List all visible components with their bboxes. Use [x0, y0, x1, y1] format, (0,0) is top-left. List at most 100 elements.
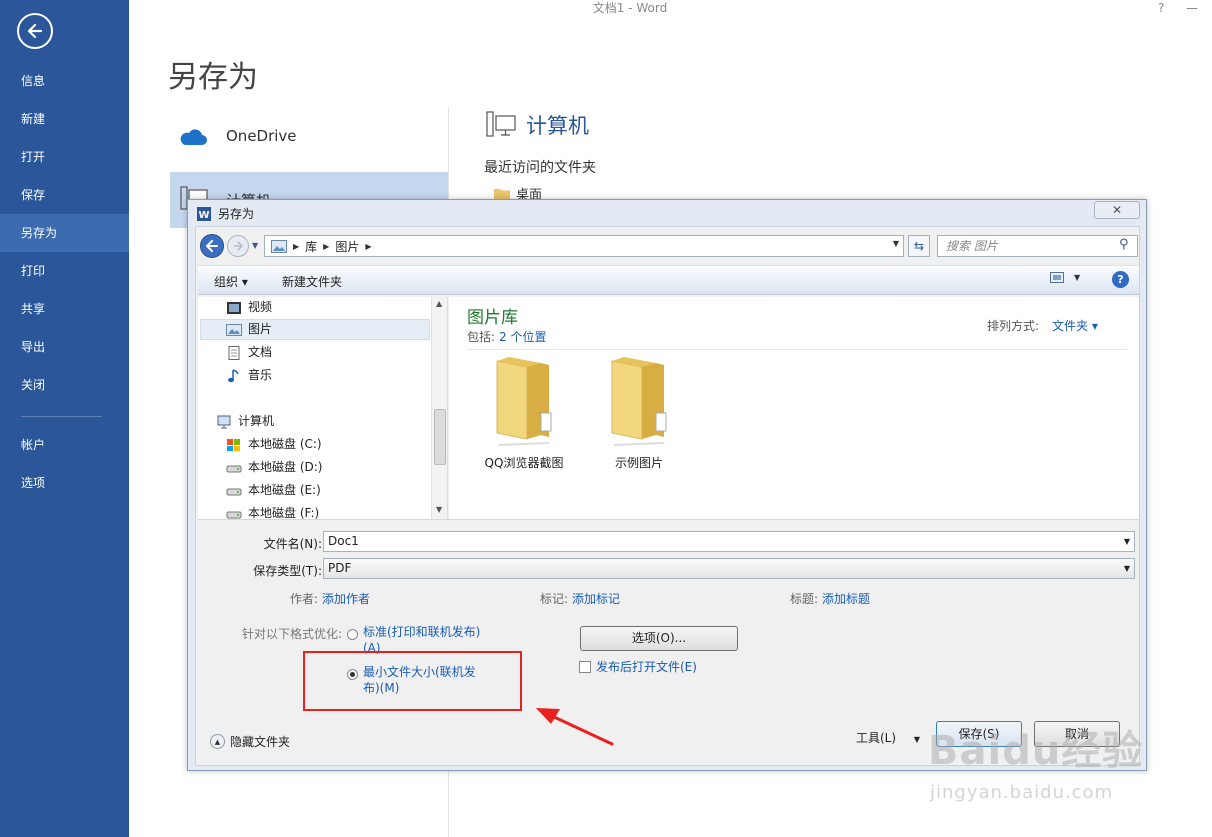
tree-item-computer[interactable]: 计算机	[216, 411, 274, 432]
address-dropdown-icon[interactable]: ▼	[893, 239, 899, 248]
title-link[interactable]: 添加标题	[822, 590, 870, 607]
sidebar-item-save[interactable]: 保存	[0, 176, 129, 214]
music-icon	[228, 368, 239, 382]
sidebar-item-account[interactable]: 帐户	[0, 426, 129, 464]
dialog-toolbar: 组织 ▾ 新建文件夹 ▼ ?	[198, 265, 1139, 295]
address-bar[interactable]: ▶ 库 ▶ 图片 ▶ ▼	[264, 235, 904, 257]
tools-button[interactable]: 工具(L) ▼	[856, 729, 920, 746]
backstage-sidebar: 信息 新建 打开 保存 另存为 打印 共享 导出 关闭 帐户 选项	[0, 0, 129, 837]
computer-icon	[217, 415, 231, 428]
tree-item-label: 视频	[248, 300, 273, 314]
filename-label: 文件名(N):	[263, 537, 322, 551]
title-label: 标题:	[790, 592, 819, 606]
tree-item-label: 图片	[248, 322, 273, 336]
back-button[interactable]	[17, 13, 53, 49]
folder-icon	[611, 357, 667, 446]
scroll-down-arrow[interactable]: ▼	[436, 505, 442, 514]
include-locations-link[interactable]: 2 个位置	[499, 330, 546, 344]
sidebar-item-new[interactable]: 新建	[0, 100, 129, 138]
filename-input[interactable]: Doc1 ▼	[323, 531, 1135, 552]
sidebar-item-share[interactable]: 共享	[0, 290, 129, 328]
sidebar-item-info[interactable]: 信息	[0, 62, 129, 100]
file-type-dropdown-icon[interactable]: ▼	[1124, 559, 1130, 578]
recent-locations-dropdown[interactable]: ▼	[252, 241, 258, 250]
nav-forward-button[interactable]	[227, 235, 249, 257]
scrollbar-thumb[interactable]	[434, 409, 446, 465]
help-button[interactable]: ?	[1112, 271, 1129, 288]
folder-item[interactable]: QQ浏览器截图	[469, 355, 579, 471]
hide-folders-button[interactable]: ▲ 隐藏文件夹	[210, 733, 290, 750]
tree-item-label: 本地磁盘 (F:)	[248, 506, 320, 519]
sidebar-item-close[interactable]: 关闭	[0, 366, 129, 404]
tree-item-label: 本地磁盘 (C:)	[248, 437, 322, 451]
tree-item-music[interactable]: 音乐	[226, 365, 272, 386]
tree-item-drive-d[interactable]: 本地磁盘 (D:)	[226, 457, 322, 478]
author-label: 作者:	[290, 592, 319, 606]
arrow-left-icon	[27, 23, 43, 39]
sidebar-item-print[interactable]: 打印	[0, 252, 129, 290]
organize-button[interactable]: 组织 ▾	[214, 273, 248, 290]
sidebar-item-open[interactable]: 打开	[0, 138, 129, 176]
computer-icon	[486, 111, 516, 137]
form-separator	[198, 519, 1139, 520]
sidebar-item-export[interactable]: 导出	[0, 328, 129, 366]
picture-icon	[226, 323, 242, 336]
dialog-titlebar: W 另存为	[196, 205, 254, 222]
tree-item-label: 文档	[248, 345, 273, 359]
standard-radio[interactable]	[347, 629, 358, 640]
place-onedrive[interactable]: OneDrive	[170, 108, 448, 164]
drive-icon	[226, 465, 242, 472]
folder-item[interactable]: 示例图片	[584, 355, 694, 471]
scroll-up-arrow[interactable]: ▲	[436, 299, 442, 308]
sidebar-divider	[21, 416, 102, 417]
drive-icon	[226, 511, 242, 518]
breadcrumb-pictures[interactable]: 图片	[335, 238, 359, 255]
search-icon[interactable]: ⚲	[1119, 237, 1134, 252]
nav-pane-scrollbar[interactable]: ▲ ▼	[431, 297, 447, 519]
change-view-button[interactable]: ▼	[1050, 272, 1080, 283]
sidebar-item-options[interactable]: 选项	[0, 464, 129, 502]
open-after-publish-checkbox[interactable]	[579, 661, 591, 673]
arrow-left-icon	[206, 240, 218, 252]
standard-radio-text: 标准(打印和联机发布)	[363, 625, 481, 639]
chevron-up-icon: ▲	[210, 734, 225, 749]
include-label: 包括:	[467, 330, 496, 344]
drive-c-icon	[227, 438, 240, 451]
tree-item-documents[interactable]: 文档	[226, 342, 272, 363]
tree-item-pictures[interactable]: 图片	[200, 319, 430, 340]
author-link[interactable]: 添加作者	[322, 590, 370, 607]
dialog-close-button[interactable]: ✕	[1094, 201, 1140, 219]
new-folder-button[interactable]: 新建文件夹	[282, 273, 342, 290]
file-list-pane: 图片库 包括: 2 个位置 排列方式: 文件夹 ▾ QQ浏览器截图 示例图片	[449, 297, 1139, 519]
breadcrumb-separator: ▶	[323, 241, 330, 251]
options-button[interactable]: 选项(O)...	[580, 626, 738, 651]
search-input[interactable]: 搜索 图片	[937, 235, 1138, 257]
tree-item-drive-c[interactable]: 本地磁盘 (C:)	[226, 434, 322, 455]
file-type-select[interactable]: PDF ▼	[323, 558, 1135, 579]
refresh-button[interactable]: ⇆	[908, 235, 930, 257]
cloud-icon	[180, 129, 207, 145]
folder-label: QQ浏览器截图	[484, 456, 564, 470]
picture-library-icon	[271, 239, 287, 253]
tree-item-drive-e[interactable]: 本地磁盘 (E:)	[226, 480, 321, 501]
help-icon[interactable]: ?	[1158, 1, 1164, 15]
breadcrumb-library[interactable]: 库	[305, 238, 317, 255]
word-icon: W	[197, 206, 211, 221]
navigation-pane: 视频 图片 文档 音乐 计算机 本地磁盘 (C:) 本地磁盘 (D:) 本地磁盘…	[198, 297, 448, 519]
recent-folders-label: 最近访问的文件夹	[484, 160, 596, 176]
open-after-publish-label[interactable]: 发布后打开文件(E)	[596, 658, 697, 675]
nav-back-button[interactable]	[200, 234, 224, 258]
breadcrumb-separator: ▶	[293, 241, 300, 251]
minimize-icon[interactable]	[1187, 8, 1197, 9]
tree-item-videos[interactable]: 视频	[226, 297, 272, 318]
folder-label: 示例图片	[614, 456, 663, 470]
sort-dropdown[interactable]: 文件夹 ▾	[1052, 317, 1098, 334]
tags-link[interactable]: 添加标记	[572, 590, 620, 607]
filename-value: Doc1	[328, 534, 359, 548]
tools-dropdown-icon: ▼	[913, 735, 921, 744]
arrow-right-icon	[234, 241, 244, 251]
filename-dropdown-icon[interactable]: ▼	[1124, 532, 1130, 551]
sidebar-item-save-as[interactable]: 另存为	[0, 214, 129, 252]
tree-item-drive-f[interactable]: 本地磁盘 (F:)	[226, 503, 319, 519]
tree-item-label: 本地磁盘 (D:)	[248, 460, 323, 474]
